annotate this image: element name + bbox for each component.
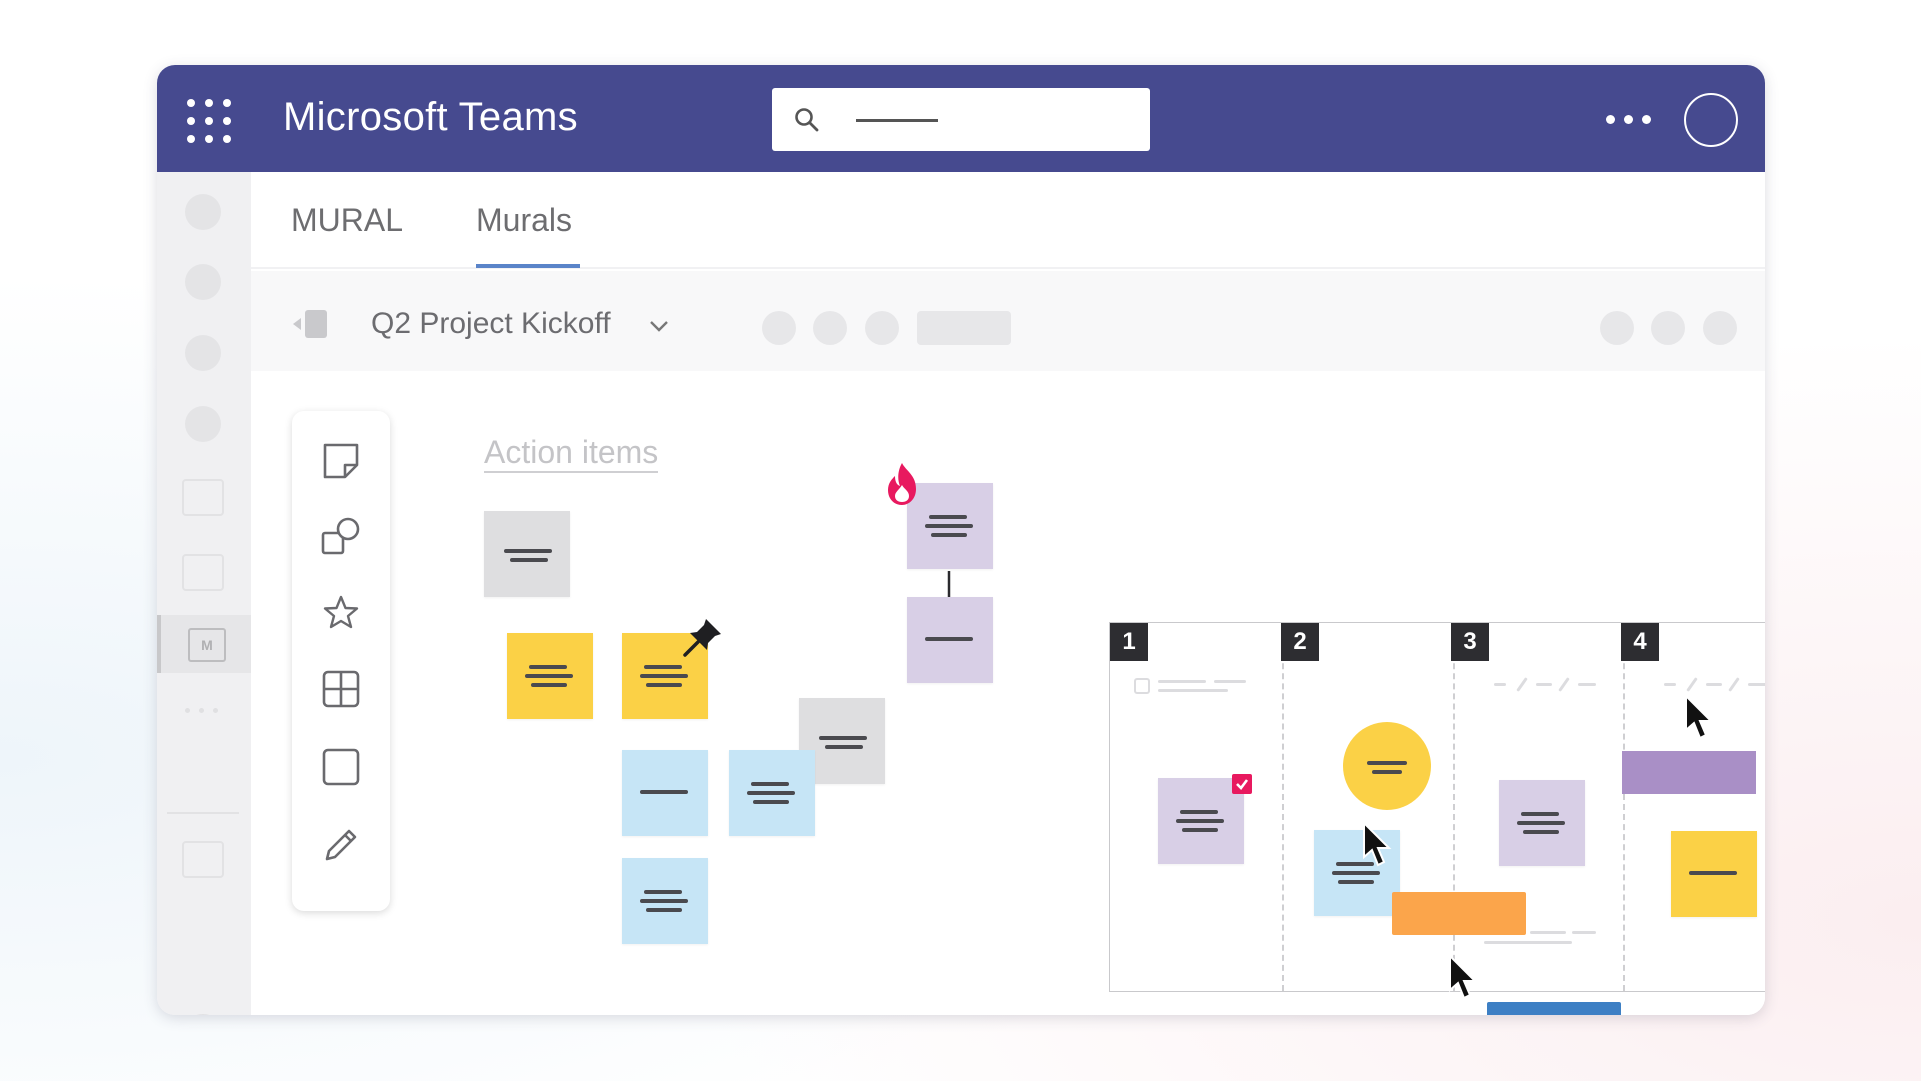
timeline-bar-orange[interactable] — [1392, 892, 1526, 935]
rail-item[interactable] — [185, 406, 221, 442]
circle-sticky[interactable] — [1342, 721, 1432, 811]
kanban-frame[interactable]: 1 2 3 4 — [1109, 622, 1765, 992]
tab-murals[interactable]: Murals — [476, 202, 572, 239]
avatar[interactable] — [1684, 93, 1738, 147]
column-divider — [1623, 623, 1625, 991]
rail-item[interactable] — [182, 841, 224, 878]
column-number: 4 — [1621, 623, 1659, 661]
sticky-note[interactable] — [1671, 831, 1757, 917]
header-action[interactable] — [1703, 311, 1737, 345]
rail-item[interactable] — [182, 554, 224, 591]
pen-icon[interactable] — [319, 823, 363, 867]
mural-header: Q2 Project Kickoff — [251, 271, 1765, 371]
sticky-note-icon[interactable] — [319, 439, 363, 483]
share-button[interactable] — [917, 311, 1011, 345]
chevron-down-icon[interactable] — [648, 315, 670, 337]
sticky-note[interactable] — [622, 750, 708, 836]
top-bar: Microsoft Teams — [157, 65, 1765, 172]
column-divider — [1282, 623, 1284, 991]
star-icon[interactable] — [319, 591, 363, 635]
header-action[interactable] — [1651, 311, 1685, 345]
sticky-note[interactable] — [622, 858, 708, 944]
left-rail: M — [157, 172, 251, 1015]
mural-canvas[interactable]: Action items 1 2 3 4 — [251, 371, 1765, 1015]
search-icon — [795, 108, 819, 132]
collaborator-avatar[interactable] — [865, 311, 899, 345]
timeline-bar-blue[interactable] — [1487, 1002, 1621, 1015]
app-grid-icon[interactable] — [187, 99, 231, 143]
sticky-note[interactable] — [907, 597, 993, 683]
app-title: Microsoft Teams — [283, 95, 578, 139]
checked-icon[interactable] — [1231, 773, 1253, 795]
active-tab-indicator — [476, 264, 580, 268]
sticky-note[interactable] — [484, 511, 570, 597]
search-input[interactable] — [772, 88, 1150, 151]
column-number: 1 — [1110, 623, 1148, 661]
checkbox-placeholder — [1134, 678, 1150, 694]
search-placeholder-line — [856, 119, 938, 122]
rail-item[interactable] — [182, 479, 224, 516]
mural-title[interactable]: Q2 Project Kickoff — [371, 307, 611, 341]
shapes-icon[interactable] — [319, 515, 363, 559]
action-items-heading[interactable]: Action items — [484, 434, 659, 473]
grid-icon[interactable] — [319, 667, 363, 711]
tools-toolbar — [292, 411, 390, 911]
collapse-panel-icon[interactable] — [291, 307, 335, 341]
rail-more-icon[interactable] — [185, 708, 225, 714]
sticky-note[interactable] — [1499, 780, 1585, 866]
rail-item-mural[interactable]: M — [157, 615, 251, 673]
sticky-note[interactable] — [729, 750, 815, 836]
tab-mural[interactable]: MURAL — [291, 202, 403, 239]
main-content: MURAL Murals Q2 Project Kickoff Action i… — [251, 172, 1765, 1015]
rail-item[interactable] — [185, 335, 221, 371]
teams-window: Microsoft Teams M MURAL Murals Q2 Projec… — [157, 65, 1765, 1015]
sticky-note[interactable] — [507, 633, 593, 719]
cursor-icon — [1685, 694, 1714, 740]
frame-icon[interactable] — [319, 745, 363, 789]
tab-bar: MURAL Murals — [251, 172, 1765, 269]
collaborator-avatar[interactable] — [813, 311, 847, 345]
rail-divider — [167, 812, 239, 814]
fire-icon — [888, 463, 916, 505]
timeline-bar-purple[interactable] — [1622, 751, 1756, 794]
cursor-icon — [1449, 954, 1478, 1000]
collaborator-avatar[interactable] — [762, 311, 796, 345]
more-icon[interactable] — [1606, 115, 1654, 125]
column-number: 3 — [1451, 623, 1489, 661]
rail-item[interactable] — [185, 194, 221, 230]
rail-help[interactable] — [182, 1014, 224, 1015]
header-action[interactable] — [1600, 311, 1634, 345]
mural-app-icon: M — [188, 628, 226, 662]
rail-item[interactable] — [185, 264, 221, 300]
column-divider — [1453, 623, 1455, 991]
cursor-icon — [1363, 821, 1392, 867]
pin-icon — [683, 619, 721, 657]
column-number: 2 — [1281, 623, 1319, 661]
